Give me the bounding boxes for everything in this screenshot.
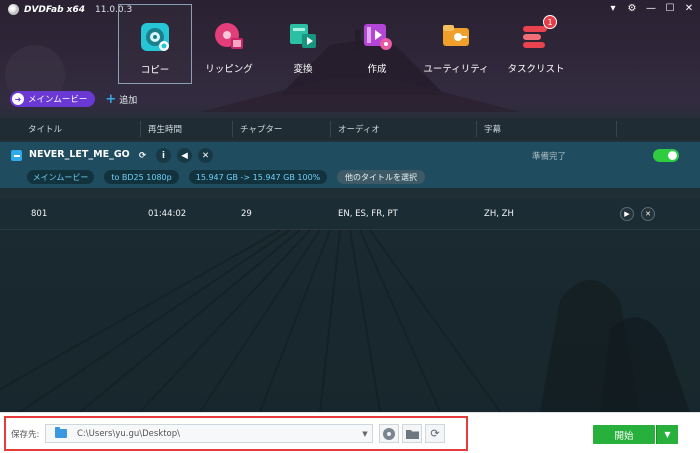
status-text: 準備完了 <box>532 152 567 162</box>
title-name: NEVER_LET_ME_GO <box>29 149 130 160</box>
iso-disc-icon <box>383 427 395 440</box>
minimize-icon[interactable]: — <box>646 3 656 14</box>
header-audio: オーディオ <box>338 125 380 135</box>
copy-disc-icon <box>139 21 171 53</box>
table-header: タイトル 再生時間 チャプター オーディオ 字幕 <box>0 118 700 140</box>
refresh-icon[interactable]: ⟳ <box>135 148 150 163</box>
dvdfab-logo-icon <box>8 4 19 15</box>
start-button[interactable]: 開始 <box>593 425 655 444</box>
track-duration: 01:44:02 <box>148 209 187 219</box>
iso-output-button[interactable] <box>379 424 399 443</box>
header-subtitles: 字幕 <box>484 125 502 135</box>
main-movie-mode-label: メインムービー <box>28 95 88 105</box>
audio-icon[interactable]: ◀ <box>177 148 192 163</box>
header-separator <box>140 121 141 137</box>
close-icon[interactable]: ✕ <box>684 3 694 14</box>
source-row: ➜ メインムービー + 追加 <box>10 91 137 107</box>
nav-task-list[interactable]: 1 タスクリスト <box>498 4 574 84</box>
title-item: NEVER_LET_ME_GO ⟳ i ◀ ✕ 準備完了 メインムービー to … <box>0 142 700 188</box>
converter-icon <box>287 20 319 52</box>
add-button[interactable]: + 追加 <box>105 93 137 106</box>
pin-icon[interactable]: ▾ <box>608 3 618 14</box>
gear-icon[interactable]: ⚙ <box>627 3 637 14</box>
open-folder-icon <box>405 430 419 439</box>
nav-utility[interactable]: ユーティリティ <box>414 4 498 84</box>
nav-label-utility: ユーティリティ <box>423 64 489 75</box>
header-title: タイトル <box>28 125 63 135</box>
utility-icon <box>440 20 472 52</box>
nav-label-task-list: タスクリスト <box>507 64 565 75</box>
arrow-right-icon: ➜ <box>12 93 24 105</box>
header-separator <box>232 121 233 137</box>
save-path-text: C:\Users\yu.gu\Desktop\ <box>77 428 181 439</box>
table-row[interactable]: 801 01:44:02 29 EN, ES, FR, PT ZH, ZH ▶ … <box>0 199 700 229</box>
play-icon[interactable]: ▶ <box>620 207 634 221</box>
start-options-dropdown[interactable]: ▼ <box>656 425 678 444</box>
title-select-checkbox[interactable] <box>11 150 22 161</box>
nav-copy[interactable]: コピー <box>118 4 192 84</box>
header-separator <box>330 121 331 137</box>
nav-label-copy: コピー <box>140 65 170 76</box>
remove-icon[interactable]: ✕ <box>641 207 655 221</box>
enable-toggle[interactable] <box>653 149 679 162</box>
nav-creator[interactable]: 作成 <box>340 4 414 84</box>
dvdfab-window: DVDFab x64 11.0.0.3 ▾ ⚙ — ☐ ✕ コピー リッピング … <box>0 0 700 453</box>
nav-label-creator: 作成 <box>367 64 387 75</box>
nav-label-ripper: リッピング <box>205 64 253 75</box>
main-movie-mode-button[interactable]: ➜ メインムービー <box>10 91 96 107</box>
output-chip[interactable]: to BD25 1080p <box>104 170 179 184</box>
creator-icon <box>361 20 393 52</box>
info-icon[interactable]: i <box>156 148 171 163</box>
track-title: 801 <box>31 209 48 219</box>
title-chips: メインムービー to BD25 1080p 15.947 GB -> 15.94… <box>27 170 425 184</box>
ripper-icon <box>213 20 245 52</box>
plus-icon: + <box>105 91 117 107</box>
nav-label-converter: 変換 <box>293 64 313 75</box>
app-logo: DVDFab x64 11.0.0.3 <box>8 4 132 15</box>
track-subtitles: ZH, ZH <box>484 209 514 219</box>
header-chapters: チャプター <box>240 125 283 135</box>
chevron-down-icon[interactable]: ▼ <box>358 430 372 438</box>
add-label: 追加 <box>119 95 138 106</box>
maximize-icon[interactable]: ☐ <box>665 3 675 14</box>
task-count-badge: 1 <box>543 15 557 29</box>
save-location-label: 保存先: <box>11 430 40 440</box>
app-name: DVDFab x64 <box>24 4 86 15</box>
browse-folder-button[interactable] <box>402 424 422 443</box>
refresh-icon: ⟳ <box>430 427 440 440</box>
size-chip[interactable]: 15.947 GB -> 15.947 GB 100% <box>189 170 327 184</box>
bottom-bar: 保存先: C:\Users\yu.gu\Desktop\ ▼ ⟳ 開始 ▼ <box>0 412 700 453</box>
header-separator <box>476 121 477 137</box>
save-path-dropdown[interactable]: C:\Users\yu.gu\Desktop\ ▼ <box>45 424 373 443</box>
track-chapters: 29 <box>241 209 252 219</box>
header-duration: 再生時間 <box>148 125 183 135</box>
nav-ripper[interactable]: リッピング <box>192 4 266 84</box>
window-controls: ▾ ⚙ — ☐ ✕ <box>608 3 694 14</box>
nav-converter[interactable]: 変換 <box>266 4 340 84</box>
close-icon[interactable]: ✕ <box>198 148 213 163</box>
title-actions: ⟳ i ◀ ✕ <box>135 148 213 163</box>
task-list-icon: 1 <box>520 15 557 52</box>
main-nav: コピー リッピング 変換 作成 ユーティリティ 1 タスクリスト <box>118 4 574 84</box>
track-audio: EN, ES, FR, PT <box>338 209 398 219</box>
other-titles-button[interactable]: 他のタイトルを選択 <box>337 170 425 184</box>
row-divider <box>0 229 700 230</box>
mode-chip[interactable]: メインムービー <box>27 170 94 184</box>
header-separator <box>616 121 617 137</box>
refresh-path-button[interactable]: ⟳ <box>425 424 445 443</box>
folder-icon <box>55 427 67 438</box>
